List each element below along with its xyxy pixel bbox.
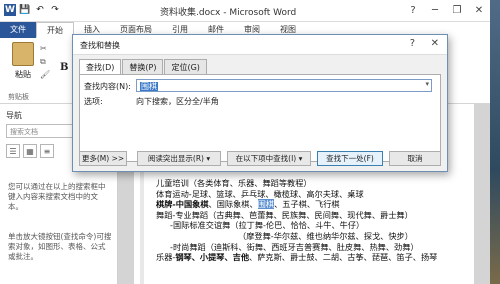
dropdown-arrow-icon[interactable]: ▾ [425,80,429,88]
headings-view-icon[interactable]: ☰ [6,144,20,158]
dialog-close-button[interactable]: ✕ [431,38,439,49]
dialog-title-bar: 查找和替换 ? ✕ [73,35,447,55]
copy-icon[interactable]: ⧉ [40,57,52,67]
search-highlight: 围棋 [257,199,275,210]
dialog-help-button[interactable]: ? [410,38,415,49]
cut-icon[interactable]: ✂ [40,44,52,54]
title-bar: W 💾 ↶ ↷ 资料收集.docx - Microsoft Word ? ─ ❐… [0,0,490,22]
doc-line: 棋牌-中国象棋、国际象棋、围棋、五子棋、飞行棋 [156,199,340,210]
doc-line: 乐器-钢琴、小提琴、吉他、萨克斯、爵士鼓、二胡、古筝、琵琶、笛子、扬琴 [156,252,438,263]
tab-home[interactable]: 开始 [36,22,74,38]
tab-find[interactable]: 查找(D) [79,59,122,75]
quick-access-toolbar: W 💾 ↶ ↷ [4,4,61,16]
options-value: 向下搜索，区分全/半角 [136,97,219,106]
minimize-button[interactable]: ─ [424,0,446,20]
clipboard-icon [12,42,34,66]
doc-line: 儿童培训（各类体育、乐器、舞蹈等教程） [156,178,312,188]
dialog-tabs: 查找(D) 替换(P) 定位(G) [79,59,208,75]
find-next-button[interactable]: 查找下一处(F) [317,151,383,166]
pages-view-icon[interactable]: ▦ [23,144,37,158]
restore-button[interactable]: ❐ [446,0,468,20]
more-button[interactable]: 更多(M) >> [79,151,127,166]
doc-line: （摩登舞-华尔兹、维也纳华尔兹、探戈、快步） [238,230,413,241]
nav-help-text-2: 单击放大镜按钮(查找命令)可搜索对象，如图形、表格、公式或批注。 [8,232,112,261]
dialog-button-row: 更多(M) >> 阅读突出显示(R) ▾ 在以下项中查找(I) ▾ 查找下一处(… [79,151,441,167]
find-what-input[interactable]: 围棋 ▾ [136,79,432,92]
find-replace-dialog: 查找和替换 ? ✕ 查找(D) 替换(P) 定位(G) 查找内容(N): 围棋 … [72,34,448,172]
window-title: 资料收集.docx - Microsoft Word [160,8,297,18]
options-label: 选项: [84,97,103,106]
doc-line: 体育运动-足球、篮球、乒乓球、橄榄球、高尔夫球、桌球 [156,188,364,199]
clipboard-group-label: 剪贴板 [8,93,29,101]
dialog-title: 查找和替换 [80,41,120,50]
reading-highlight-button[interactable]: 阅读突出显示(R) ▾ [137,151,221,166]
dialog-body: 查找内容(N): 围棋 ▾ 选项: 向下搜索，区分全/半角 [79,74,441,162]
nav-pane-title: 导航 [6,111,22,120]
redo-icon[interactable]: ↷ [49,4,61,16]
paste-button[interactable]: 粘贴 [8,42,38,88]
tab-goto[interactable]: 定位(G) [164,59,207,74]
find-what-value: 围棋 [140,82,158,91]
help-button[interactable]: ? [402,0,424,20]
find-in-button[interactable]: 在以下项中查找(I) ▾ [227,151,311,166]
desktop-background [490,0,500,284]
cancel-button[interactable]: 取消 [389,151,441,166]
doc-line: -国际标准交谊舞（拉丁舞-伦巴、恰恰、斗牛、牛仔） [170,220,365,231]
doc-line: 舞蹈-专业舞蹈（古典舞、芭蕾舞、民族舞、民间舞、现代舞、爵士舞） [156,209,413,220]
bold-button[interactable]: B [60,62,68,73]
save-icon[interactable]: 💾 [19,4,31,16]
undo-icon[interactable]: ↶ [34,4,46,16]
format-painter-icon[interactable]: 🖌 [40,70,52,80]
find-what-label: 查找内容(N): [84,82,131,91]
doc-line: -时尚舞蹈（迪斯科、街舞、西班牙吉普赛舞、肚皮舞、热舞、劲舞） [170,241,419,252]
results-view-icon[interactable]: ≡ [40,144,54,158]
tab-file[interactable]: 文件 [0,22,36,38]
tab-replace[interactable]: 替换(P) [122,59,164,74]
word-logo-icon: W [4,4,16,16]
document-text: 儿童培训（各类体育、乐器、舞蹈等教程） 体育运动-足球、篮球、乒乓球、橄榄球、高… [156,178,476,263]
paste-label: 粘贴 [15,70,31,79]
close-window-button[interactable]: ✕ [468,0,490,20]
nav-help-text-1: 您可以通过在以上的搜索框中键入内容来搜索文档中的文本。 [8,182,106,211]
